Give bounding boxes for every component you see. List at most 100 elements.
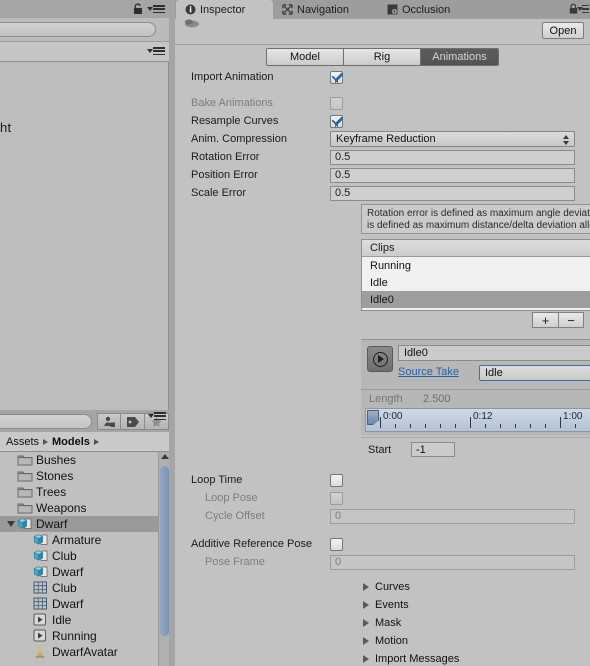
tree-item-idle[interactable]: Idle — [0, 612, 158, 628]
breadcrumb-root[interactable]: Assets — [6, 436, 39, 448]
tab-inspector[interactable]: Inspector — [176, 0, 273, 19]
tree-item-bushes[interactable]: Bushes — [0, 452, 158, 468]
project-search-input[interactable] — [0, 414, 92, 429]
open-button[interactable]: Open — [542, 22, 584, 39]
property-row: Resample Curves — [175, 112, 590, 130]
start-input[interactable]: -1 — [411, 442, 455, 457]
breadcrumb: Assets Models — [0, 432, 169, 452]
tree-item-dwarf[interactable]: Dwarf — [0, 516, 158, 532]
clip-row[interactable]: Running0.060.0 — [362, 257, 590, 274]
property-label: Loop Time — [191, 474, 243, 486]
timeline-ruler[interactable]: 0:000:121:001:122:00 — [365, 408, 590, 432]
section-import-messages[interactable]: Import Messages — [361, 650, 590, 666]
tab-occlusion[interactable]: Occlusion — [378, 0, 478, 19]
importer-tab-rig[interactable]: Rig — [344, 49, 421, 65]
inspector-panel: Occlusion Navigation Inspector Open Model R… — [175, 0, 590, 666]
info-icon — [185, 4, 196, 15]
tree-item-label: Weapons — [36, 501, 87, 515]
property-label: Scale Error — [191, 187, 247, 199]
label-filter-icon[interactable] — [121, 413, 145, 430]
section-mask[interactable]: Mask — [361, 614, 590, 631]
tree-item-armature[interactable]: Armature — [0, 532, 158, 548]
breadcrumb-current[interactable]: Models — [52, 436, 90, 448]
tree-item-label: Armature — [52, 533, 102, 547]
tree-item-dwarfavatar[interactable]: DwarfAvatar — [0, 644, 158, 660]
project-tree-scrollbar[interactable] — [158, 452, 169, 666]
property-label: Loop Pose — [205, 492, 258, 504]
model-icon — [33, 565, 49, 579]
occlusion-icon — [387, 4, 398, 15]
search-input[interactable] — [0, 22, 156, 37]
timeline-minor-tick — [515, 424, 516, 428]
timeline-minor-tick — [440, 424, 441, 428]
importer-tabs: Model Rig Animations — [266, 48, 499, 66]
inspector-tabbar: Occlusion Navigation Inspector — [175, 0, 590, 19]
scrollbar-thumb[interactable] — [160, 466, 169, 636]
inspector-menu-icon[interactable] — [577, 5, 589, 14]
importer-tab-animations[interactable]: Animations — [421, 49, 498, 65]
scroll-up-icon[interactable] — [161, 454, 169, 459]
section-events[interactable]: Events — [361, 596, 590, 613]
add-clip-button[interactable]: + — [532, 312, 558, 328]
timeline-major-tick — [560, 417, 561, 428]
tab-navigation[interactable]: Navigation — [273, 0, 378, 19]
remove-clip-button[interactable]: − — [558, 312, 584, 328]
folder-icon — [17, 501, 33, 515]
anim-compression-select[interactable]: Keyframe Reduction — [330, 131, 575, 147]
tab-label: Inspector — [200, 3, 246, 16]
property-label: Pose Frame — [205, 556, 265, 568]
model-icon — [17, 517, 33, 531]
property-label: Import Animation — [191, 71, 274, 83]
tree-item-dwarf[interactable]: Dwarf — [0, 596, 158, 612]
model-icon — [33, 549, 49, 563]
tree-item-dwarf[interactable]: Dwarf — [0, 564, 158, 580]
play-icon[interactable] — [367, 346, 393, 372]
position-error-input[interactable]: 0.5 — [330, 167, 575, 183]
panel-menu-icon[interactable] — [147, 5, 165, 14]
subpanel-menu-icon[interactable] — [147, 47, 165, 56]
start-end-row: Start -1 End 59 — [361, 441, 590, 461]
tree-item-weapons[interactable]: Weapons — [0, 500, 158, 516]
tree-item-stones[interactable]: Stones — [0, 468, 158, 484]
additive-reference-pose-checkbox[interactable] — [330, 537, 343, 551]
tree-item-trees[interactable]: Trees — [0, 484, 158, 500]
mesh-icon — [33, 597, 49, 611]
tree-item-club[interactable]: Club — [0, 580, 158, 596]
importer-tab-model[interactable]: Model — [267, 49, 344, 65]
tree-item-label: Stones — [36, 469, 74, 483]
left-panel-topbar — [0, 0, 169, 18]
loop-time-checkbox[interactable] — [330, 473, 343, 487]
tree-item-label: Trees — [36, 485, 67, 499]
tree-item-club[interactable]: Club — [0, 548, 158, 564]
timeline-start-handle[interactable] — [367, 410, 379, 425]
rotation-error-input[interactable]: 0.5 — [330, 149, 575, 165]
inspector-header: Open — [175, 19, 590, 45]
clip-name-input[interactable]: Idle0 — [398, 345, 590, 361]
clip-timeline: Length 2.500 24 FPS 0:000:121:001:122:00 — [361, 389, 590, 435]
project-browser-toolbar — [0, 410, 169, 432]
type-filter-icon[interactable] — [97, 413, 121, 430]
scale-error-input[interactable]: 0.5 — [330, 185, 575, 201]
source-take-label[interactable]: Source Take — [398, 366, 459, 378]
source-take-select[interactable]: Idle — [479, 365, 590, 381]
section-label: Mask — [375, 616, 402, 629]
left-panel-column: ht Assets Models Bushes Stones Trees Wea… — [0, 0, 175, 666]
project-menu-icon[interactable] — [148, 412, 166, 421]
tree-expand-toggle[interactable] — [4, 521, 17, 527]
clip-row[interactable]: Idle0-1.059.0 — [362, 291, 590, 308]
folder-icon — [17, 453, 33, 467]
timeline-minor-tick — [395, 424, 396, 428]
clips-header-name: Clips — [370, 242, 395, 254]
project-browser: Assets Models Bushes Stones Trees Weapons Dw… — [0, 410, 175, 666]
lock-icon[interactable] — [133, 3, 143, 14]
tree-item-label: Club — [52, 581, 77, 595]
resample-curves-checkbox[interactable] — [330, 114, 343, 128]
property-row: Pose Frame 0 — [175, 553, 590, 571]
import-animation-checkbox[interactable] — [330, 70, 343, 84]
animation-icon — [33, 629, 49, 643]
section-curves[interactable]: Curves — [361, 578, 590, 595]
clip-row[interactable]: Idle-1.059.0 — [362, 274, 590, 291]
tree-item-running[interactable]: Running — [0, 628, 158, 644]
section-motion[interactable]: Motion — [361, 632, 590, 649]
clip-editor: Idle0 ? Source Take Idle — [361, 339, 590, 389]
